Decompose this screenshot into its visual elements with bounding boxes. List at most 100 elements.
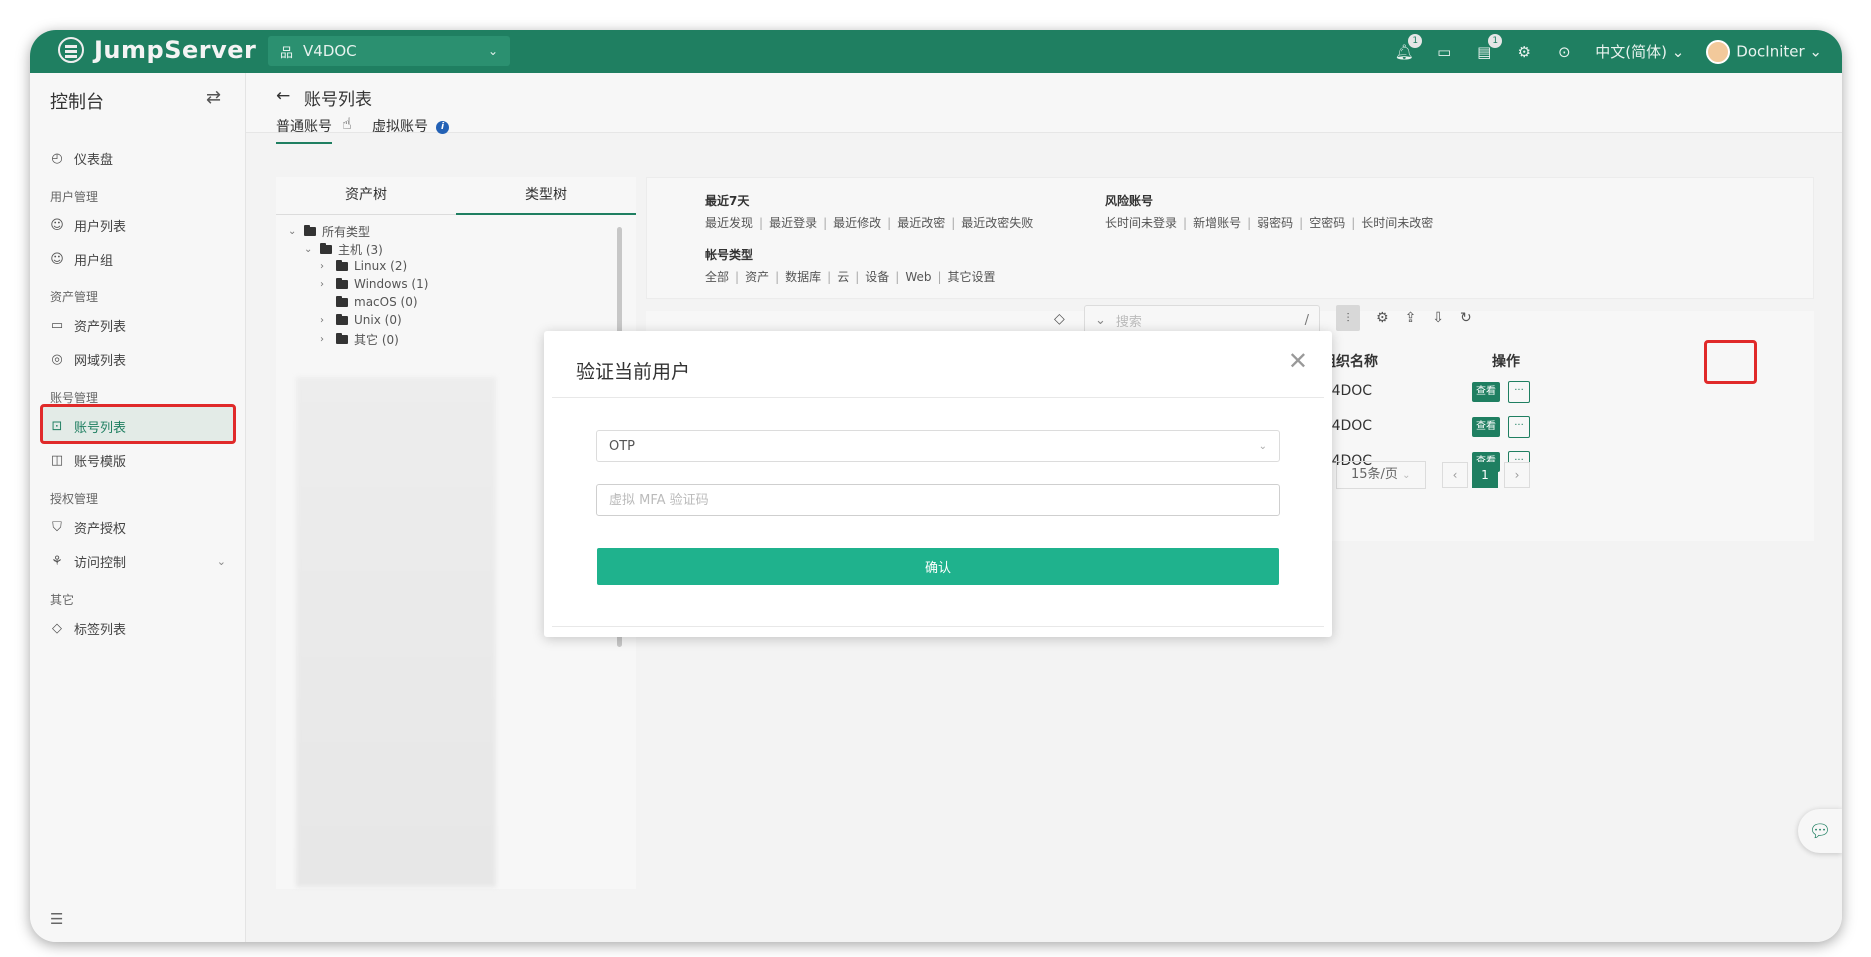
tab-type-tree[interactable]: 类型树 — [456, 177, 636, 215]
next-page-button[interactable]: › — [1504, 462, 1530, 488]
sidebar-item-dashboard[interactable]: ◴ 仪表盘 — [50, 149, 113, 168]
filter-type-device[interactable]: 设备 — [865, 270, 889, 284]
tree-node-linux[interactable]: › Linux (2) — [320, 259, 407, 273]
view-button[interactable]: 查看 — [1472, 417, 1500, 437]
folder-icon — [336, 295, 348, 307]
avatar — [1706, 39, 1731, 64]
help-icon[interactable]: ⊙ — [1555, 43, 1573, 61]
sidebar-item-label-list[interactable]: ◇ 标签列表 — [50, 619, 126, 638]
sidebar-item-access-control[interactable]: ⚘ 访问控制 ⌄ — [50, 552, 226, 571]
chevron-down-icon: ⌄ — [1258, 440, 1267, 452]
chevron-down-icon: ⌄ — [487, 44, 498, 58]
collapse-sidebar-icon[interactable]: ☰ — [50, 910, 63, 928]
prev-page-button[interactable]: ‹ — [1442, 462, 1468, 488]
filter-type-asset[interactable]: 资产 — [745, 270, 769, 284]
notification-bell-icon[interactable]: 🔔︎ 1 — [1395, 33, 1423, 61]
switch-view-icon[interactable]: ⇄ — [206, 87, 221, 108]
filter-long-no-login[interactable]: 长时间未登录 — [1105, 216, 1177, 230]
sidebar-item-zone-list[interactable]: ◎ 网域列表 — [50, 350, 126, 369]
close-icon[interactable]: ✕ — [1288, 349, 1308, 373]
tab-virtual-account[interactable]: 虚拟账号 i — [372, 116, 449, 142]
upload-icon[interactable]: ⇪ — [1405, 310, 1417, 326]
terminal-icon[interactable]: ▭ — [1435, 43, 1453, 61]
chevron-right-icon: › — [320, 278, 324, 290]
filter-new-account[interactable]: 新增账号 — [1193, 216, 1241, 230]
ticket-badge: 1 — [1488, 33, 1503, 48]
download-icon[interactable]: ⇩ — [1432, 310, 1444, 326]
tree-tabs: 资产树 类型树 — [276, 177, 636, 215]
confirm-button[interactable]: 确认 — [597, 548, 1279, 585]
org-name: V4DOC — [303, 42, 357, 60]
filter-empty-password[interactable]: 空密码 — [1309, 216, 1345, 230]
dialog-divider — [552, 397, 1324, 398]
filter-group-recent: 最近发现 | 最近登录 | 最近修改 | 最近改密 | 最近改密失败 — [705, 216, 1034, 230]
sidebar-item-asset-list[interactable]: ▭ 资产列表 — [50, 316, 126, 335]
page-number-button[interactable]: 1 — [1472, 462, 1498, 488]
column-settings-icon[interactable]: ⚙ — [1376, 310, 1389, 326]
settings-gear-icon[interactable]: ⚙ — [1515, 43, 1533, 61]
sidebar-item-account-list[interactable]: ⊡ 账号列表 — [50, 417, 126, 436]
info-icon[interactable]: i — [436, 120, 449, 134]
tree-node-all[interactable]: ⌄ 所有类型 — [288, 223, 370, 240]
language-selector[interactable]: 中文(简体) ⌄ — [1595, 41, 1684, 62]
user-menu[interactable]: DocIniter ⌄ — [1706, 39, 1822, 64]
refresh-icon[interactable]: ↻ — [1460, 310, 1472, 326]
filter-icon[interactable]: ⫶ — [1336, 305, 1360, 331]
dialog-footer-divider — [552, 626, 1324, 627]
org-icon: 品 — [280, 45, 294, 61]
filter-group-type: 全部 | 资产 | 数据库 | 云 | 设备 | Web | 其它设置 — [705, 270, 996, 284]
tree-node-other[interactable]: › 其它 (0) — [320, 331, 399, 348]
tag-filter-icon[interactable]: ◇ — [1054, 311, 1065, 327]
filter-type-database[interactable]: 数据库 — [785, 270, 821, 284]
sidebar-item-account-template[interactable]: ◫ 账号模版 — [50, 451, 126, 470]
sidebar-item-asset-perm[interactable]: ⛉ 资产授权 — [50, 518, 126, 537]
filter-type-web[interactable]: Web — [905, 270, 931, 284]
filter-long-no-password-change[interactable]: 长时间未改密 — [1361, 216, 1433, 230]
page-size-select[interactable]: 15条/页 ⌄ — [1336, 461, 1426, 489]
filter-type-other[interactable]: 其它设置 — [948, 270, 996, 284]
folder-open-icon — [304, 225, 316, 236]
sidebar-title: 控制台 — [50, 92, 104, 113]
tree-node-host[interactable]: ⌄ 主机 (3) — [304, 241, 383, 258]
more-actions-button[interactable]: ··· — [1508, 416, 1530, 438]
tree-node-windows[interactable]: › Windows (1) — [320, 277, 428, 291]
filter-recent-modified[interactable]: 最近修改 — [833, 216, 881, 230]
tree-node-macos[interactable]: macOS (0) — [320, 295, 418, 309]
back-arrow-icon[interactable]: ← — [276, 86, 290, 106]
mfa-code-input[interactable] — [596, 484, 1280, 516]
org-selector[interactable]: 品 V4DOC ⌄ — [268, 36, 510, 66]
sidebar-item-label: 用户组 — [74, 254, 114, 269]
tab-asset-tree[interactable]: 资产树 — [276, 177, 456, 215]
brand-logo[interactable]: JumpServer — [58, 36, 256, 64]
column-header-actions: 操作 — [1492, 354, 1520, 370]
sidebar-item-label: 账号列表 — [74, 421, 127, 436]
filter-recent-password-change[interactable]: 最近改密 — [897, 216, 945, 230]
ticket-icon[interactable]: ▤ 1 — [1475, 33, 1503, 61]
sidebar-item-user-list[interactable]: ☺ 用户列表 — [50, 216, 126, 235]
chat-assistant-icon[interactable]: 💬︎ — [1798, 809, 1842, 853]
mfa-method-select[interactable]: OTP ⌄ — [596, 430, 1280, 462]
tree-node-label: 所有类型 — [322, 225, 371, 239]
language-label: 中文(简体) — [1595, 43, 1667, 61]
chevron-down-icon: ⌄ — [1095, 312, 1106, 328]
tab-normal-account[interactable]: 普通账号 — [276, 116, 332, 144]
highlight-box — [1704, 340, 1757, 384]
filter-recent-password-change-failed[interactable]: 最近改密失败 — [961, 216, 1033, 230]
more-actions-button[interactable]: ··· — [1508, 381, 1530, 403]
page-size-label: 15条/页 — [1351, 467, 1398, 482]
tag-icon: ◇ — [52, 621, 62, 636]
view-button[interactable]: 查看 — [1472, 382, 1500, 402]
filter-recent-discovered[interactable]: 最近发现 — [705, 216, 753, 230]
page-header: ← 账号列表 普通账号 ☝ 虚拟账号 i — [246, 73, 1842, 144]
filter-group-risk: 长时间未登录 | 新增账号 | 弱密码 | 空密码 | 长时间未改密 — [1105, 216, 1434, 230]
tree-node-unix[interactable]: › Unix (0) — [320, 313, 402, 327]
sidebar-item-label: 资产授权 — [74, 522, 127, 537]
filter-recent-login[interactable]: 最近登录 — [769, 216, 817, 230]
user-icon: ☺ — [50, 218, 64, 233]
chevron-down-icon: ⌄ — [216, 555, 226, 568]
filter-type-all[interactable]: 全部 — [705, 270, 729, 284]
filter-weak-password[interactable]: 弱密码 — [1257, 216, 1293, 230]
sidebar-item-user-group[interactable]: ☺ 用户组 — [50, 250, 113, 269]
notification-badge: 1 — [1408, 33, 1423, 48]
filter-type-cloud[interactable]: 云 — [837, 270, 849, 284]
